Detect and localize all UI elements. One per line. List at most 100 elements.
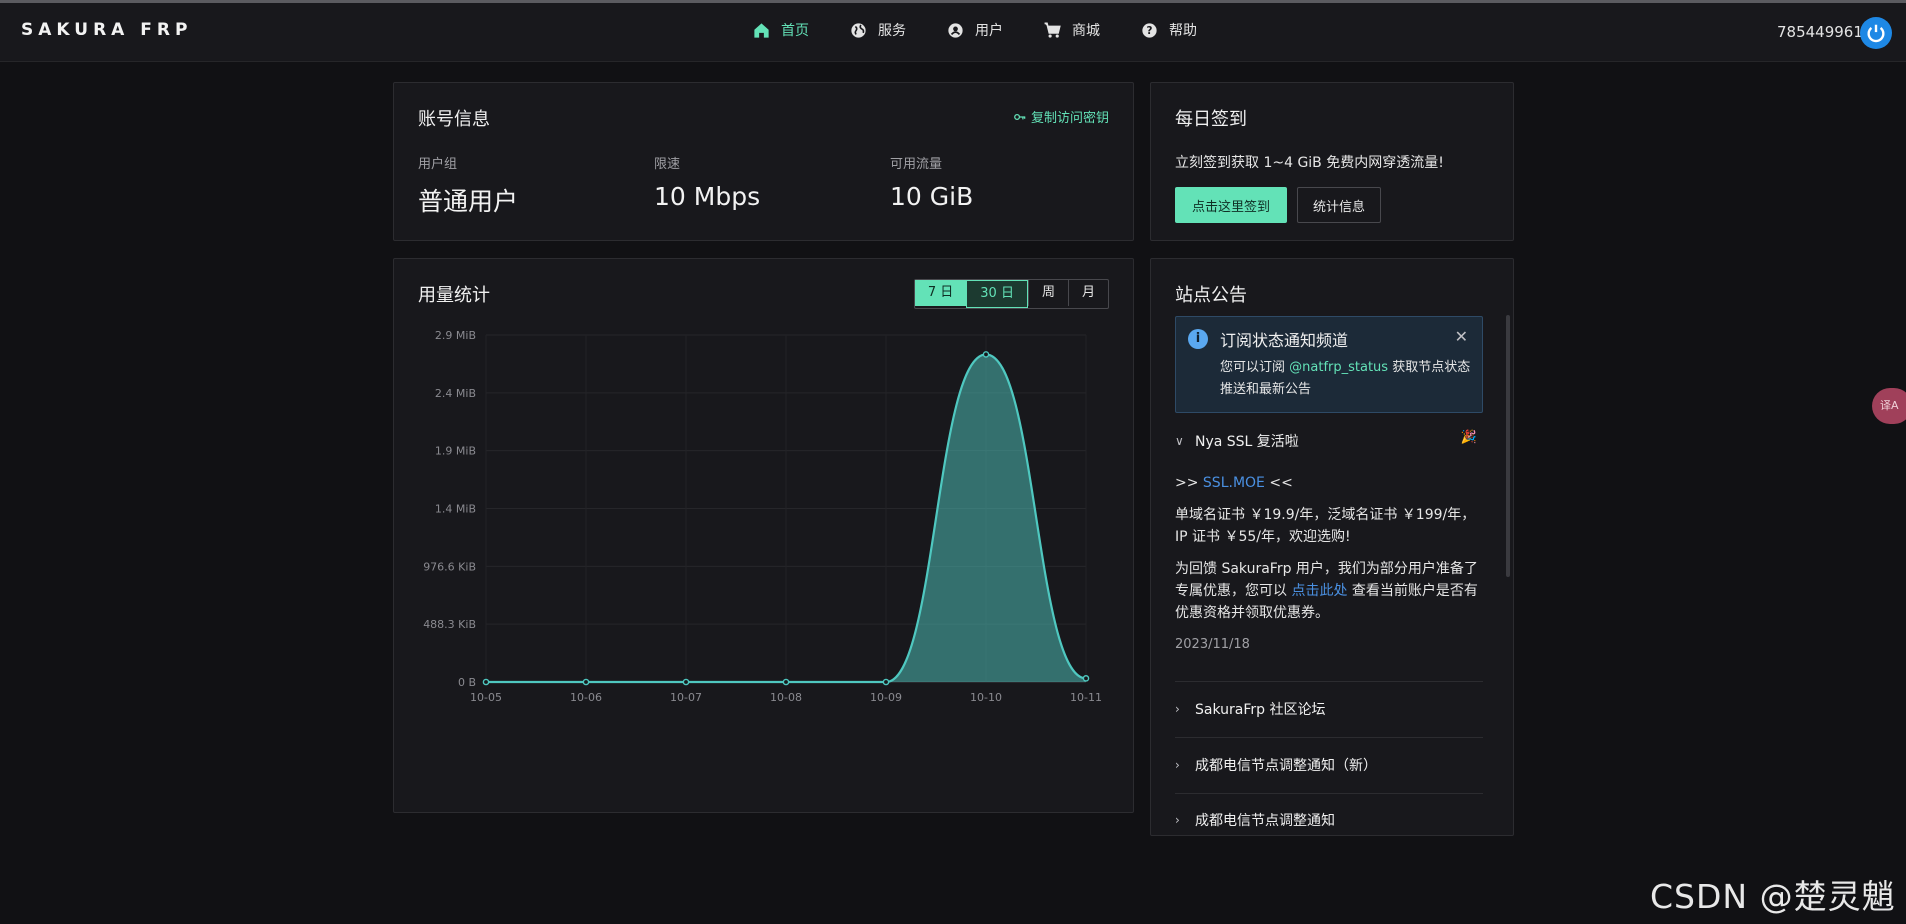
divider [1175,681,1483,682]
checkin-button[interactable]: 点击这里签到 [1175,187,1287,223]
notice-text: << [1264,475,1293,491]
main-nav: 首页 服务 用户 商城 ? 帮助 [752,20,1237,40]
nav-item-label: 帮助 [1169,23,1197,39]
x-tick-label: 10-06 [570,691,602,704]
data-point [682,678,690,686]
notice-item-forum[interactable]: › SakuraFrp 社区论坛 [1175,699,1325,719]
y-tick-label: 2.4 MiB [435,387,476,400]
party-popper-icon: 🎉 [1460,430,1477,445]
chevron-down-icon: ∨ [1175,434,1184,448]
stats-info-button[interactable]: 统计信息 [1297,187,1381,223]
globe-icon [851,22,866,38]
account-info-title: 账号信息 [418,109,490,130]
period-tab-7d[interactable]: 7 日 [914,280,967,306]
power-button[interactable] [1860,17,1892,49]
watermark: CSDN @楚灵魈 [1650,877,1896,916]
data-point [782,678,790,686]
stat-label: 限速 [654,157,681,172]
x-tick-label: 10-09 [870,691,902,704]
ssl-moe-link[interactable]: SSL.MOE [1203,475,1265,491]
notice-item-title: Nya SSL 复活啦 [1195,434,1299,450]
y-tick-label: 976.6 KiB [423,560,476,573]
notice-item-chengdu-new[interactable]: › 成都电信节点调整通知（新） [1175,755,1377,775]
stat-value: 10 GiB [890,182,974,211]
key-icon [1014,113,1026,120]
stat-label: 可用流量 [890,157,943,172]
user-icon [948,22,963,38]
notice-item-chengdu[interactable]: › 成都电信节点调整通知 [1175,810,1335,830]
click-here-link[interactable]: 点击此处 [1291,583,1347,599]
nav-item-label: 首页 [781,23,809,39]
copy-access-key-link[interactable]: 复制访问密钥 [1013,107,1109,126]
y-tick-label: 1.4 MiB [435,503,476,516]
nav-item-service[interactable]: 服务 [849,20,906,40]
stat-available-traffic: 可用流量 10 GiB [890,153,973,211]
notice-item-nya-ssl[interactable]: ∨ Nya SSL 复活啦 [1175,431,1299,451]
x-tick-label: 10-07 [670,691,702,704]
y-tick-label: 1.9 MiB [435,445,476,458]
help-icon: ? [1142,22,1157,38]
subscribe-alert-title: 订阅状态通知频道 [1220,331,1349,350]
divider [1175,737,1483,738]
chevron-right-icon: › [1175,813,1180,827]
stat-speed-limit: 限速 10 Mbps [654,153,760,211]
notice-item-title: SakuraFrp 社区论坛 [1195,702,1326,718]
x-tick-label: 10-10 [970,691,1002,704]
y-tick-label: 2.9 MiB [435,329,476,342]
daily-checkin-title: 每日签到 [1175,109,1247,130]
translate-float-button[interactable]: 译A [1872,388,1906,424]
info-icon: i [1188,329,1208,349]
period-tab-month[interactable]: 月 [1067,280,1108,306]
brand-logo[interactable]: SAKURA FRP [21,20,192,40]
stat-label: 用户组 [418,157,458,172]
svg-text:?: ? [1147,25,1153,37]
site-notice-card: 站点公告 i 订阅状态通知频道 ✕ 您可以订阅 @natfrp_status 获… [1150,258,1514,836]
nav-item-help[interactable]: ? 帮助 [1140,20,1197,40]
copy-access-key-label: 复制访问密钥 [1030,111,1109,126]
notice-date: 2023/11/18 [1175,637,1250,652]
nav-item-label: 商城 [1072,23,1100,39]
daily-checkin-card: 每日签到 立刻签到获取 1~4 GiB 免费内网穿透流量! 点击这里签到 统计信… [1150,82,1514,241]
cart-icon [1044,22,1061,38]
nav-item-shop[interactable]: 商城 [1043,20,1100,40]
usage-stats-card: 用量统计 7 日 30 日 周 月 0 B 488.3 KiB 976.6 KiB 1… [393,258,1134,813]
chevron-right-icon: › [1175,758,1180,772]
usage-chart: 0 B 488.3 KiB 976.6 KiB 1.4 MiB 1.9 MiB 2.4 M… [423,329,1102,704]
channel-link[interactable]: @natfrp_status [1289,360,1388,375]
nav-item-home[interactable]: 首页 [752,20,809,40]
notice-scrollbar[interactable] [1506,315,1510,577]
divider [1175,793,1483,794]
power-icon [1867,24,1885,43]
top-bar: SAKURA FRP 首页 服务 用户 商城 ? 帮助 785449961 [0,0,1906,62]
subscribe-alert: i 订阅状态通知频道 ✕ 您可以订阅 @natfrp_status 获取节点状态… [1175,316,1483,413]
nav-item-label: 服务 [878,23,906,39]
data-point [1082,675,1090,682]
close-icon[interactable]: ✕ [1455,327,1468,346]
notice-text: >> [1175,475,1203,491]
data-point [882,678,890,686]
notice-item-title: 成都电信节点调整通知（新） [1195,758,1377,774]
stat-value: 普通用户 [418,187,519,216]
notice-item-title: 成都电信节点调整通知 [1195,813,1335,829]
nav-item-label: 用户 [975,23,1003,39]
x-tick-label: 10-08 [770,691,802,704]
usage-stats-title: 用量统计 [418,285,490,306]
home-icon [754,22,769,38]
notice-text: 单域名证书 ￥19.9/年，泛域名证书 ￥199/年，IP 证书 ￥55/年，欢… [1175,507,1476,545]
stat-value: 10 Mbps [654,182,761,211]
user-id[interactable]: 785449961 [1777,23,1863,41]
checkin-description: 立刻签到获取 1~4 GiB 免费内网穿透流量! [1175,155,1444,171]
period-tab-30d[interactable]: 30 日 [966,280,1028,308]
y-tick-label: 488.3 KiB [423,618,476,631]
x-tick-label: 10-05 [470,691,502,704]
nav-item-user[interactable]: 用户 [946,20,1003,40]
account-info-card: 账号信息 复制访问密钥 用户组 普通用户 限速 10 Mbps 可用流量 10 … [393,82,1134,241]
notice-item-content: >> SSL.MOE << 单域名证书 ￥19.9/年，泛域名证书 ￥199/年… [1175,472,1485,656]
site-notice-title: 站点公告 [1175,285,1247,306]
y-tick-label: 0 B [458,676,476,689]
period-tab-week[interactable]: 周 [1027,280,1068,306]
subscribe-text: 您可以订阅 [1220,360,1290,375]
stat-user-group: 用户组 普通用户 [418,153,518,218]
data-point [982,351,990,358]
subscribe-alert-body: 您可以订阅 @natfrp_status 获取节点状态推送和最新公告 [1220,357,1472,401]
